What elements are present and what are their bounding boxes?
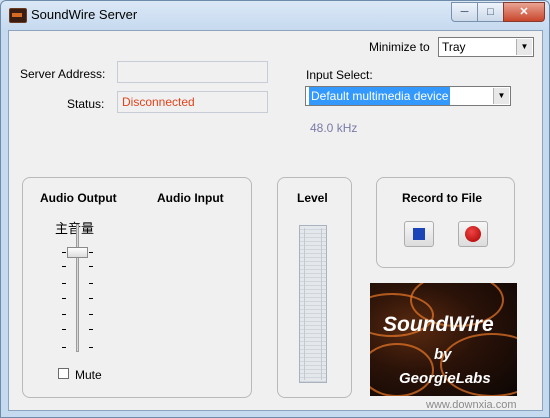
logo-maker: GeorgieLabs [399,370,491,387]
window-title: SoundWire Server [31,7,138,22]
slider-tick [62,283,66,284]
audio-group [22,177,252,398]
stop-button[interactable] [404,221,434,247]
app-icon [9,8,27,23]
server-address-label: Server Address: [20,67,106,81]
stop-icon [413,228,425,240]
chevron-down-icon[interactable]: ▼ [516,39,532,55]
watermark: www.downxia.com [426,399,517,411]
slider-tick [62,266,66,267]
close-icon[interactable]: ✕ [503,2,545,22]
level-meter [299,225,327,383]
audio-input-label: Audio Input [157,191,224,205]
chevron-down-icon[interactable]: ▼ [493,88,509,104]
slider-tick [89,266,93,267]
level-label: Level [297,191,328,205]
soundwire-logo: SoundWire by GeorgieLabs [370,283,517,396]
slider-tick [89,314,93,315]
input-select-value: Default multimedia device [309,87,451,105]
record-to-file-label: Record to File [402,191,483,205]
volume-slider-thumb[interactable] [67,247,88,258]
slider-tick [62,252,66,253]
server-address-field [117,61,268,83]
slider-tick [89,347,93,348]
volume-label: 主音量 [55,221,95,236]
mute-checkbox[interactable] [58,368,69,379]
input-select-dropdown[interactable]: Default multimedia device ▼ [305,86,511,106]
volume-slider[interactable] [76,224,79,352]
maximize-icon[interactable]: □ [477,2,504,22]
audio-output-label: Audio Output [40,191,117,205]
title-bar: SoundWire Server ─ □ ✕ [1,1,549,29]
minimize-to-dropdown[interactable]: Tray ▼ [438,37,534,57]
sample-rate: 48.0 kHz [310,121,358,135]
input-select-label: Input Select: [306,68,373,82]
status-label: Status: [67,97,105,111]
app-window: SoundWire Server ─ □ ✕ Minimize to Tray … [0,0,550,418]
minimize-to-value: Tray [442,40,466,54]
status-field: Disconnected [117,91,268,113]
slider-tick [89,252,93,253]
minimize-icon[interactable]: ─ [451,2,478,22]
mute-label: Mute [75,368,102,382]
slider-tick [89,298,93,299]
logo-by: by [434,346,452,363]
record-icon [465,226,481,242]
slider-tick [89,283,93,284]
slider-tick [62,347,66,348]
slider-tick [62,314,66,315]
slider-tick [62,329,66,330]
logo-name: SoundWire [383,313,494,336]
record-button[interactable] [458,221,488,247]
slider-tick [62,298,66,299]
minimize-to-label: Minimize to [369,40,430,54]
slider-tick [89,329,93,330]
